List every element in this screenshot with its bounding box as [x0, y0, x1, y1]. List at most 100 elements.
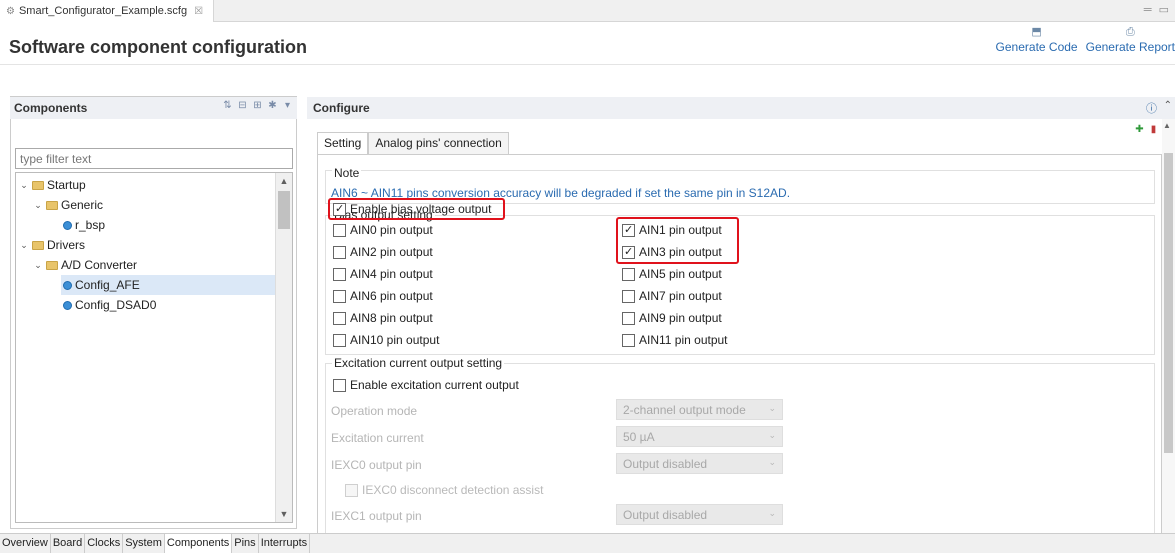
component-tree: ⌄ Startup ⌄ Generic r_bsp ⌄ Drivers ⌄ A/… [15, 172, 293, 523]
chevron-down-icon: ⌄ [768, 403, 776, 413]
ain6-checkbox[interactable]: AIN6 pin output [333, 289, 433, 303]
checkbox-box[interactable] [345, 483, 358, 497]
settings-icon[interactable]: ✱ [267, 100, 278, 112]
enable-excitation-checkbox[interactable]: Enable excitation current output [333, 378, 519, 392]
close-icon[interactable]: ☒ [194, 6, 203, 17]
tab-overview[interactable]: Overview [0, 534, 51, 553]
ain8-label: AIN8 pin output [350, 311, 433, 325]
operation-mode-select[interactable]: 2-channel output mode ⌄ [616, 399, 783, 420]
highlight-ain1-ain3 [616, 217, 739, 264]
generate-report-button[interactable]: ⎙ Generate Report [1086, 26, 1175, 54]
folder-icon [46, 200, 58, 210]
chevron-down-icon[interactable]: ⌄ [19, 240, 29, 251]
configure-title: Configure [313, 101, 370, 115]
ain4-checkbox[interactable]: AIN4 pin output [333, 267, 433, 281]
scrollbar-thumb[interactable] [1164, 153, 1173, 453]
ain7-label: AIN7 pin output [639, 289, 722, 303]
tree-item-startup[interactable]: ⌄ Startup [19, 175, 85, 195]
scrollbar-thumb[interactable] [278, 191, 290, 229]
tree-item-drivers[interactable]: ⌄ Drivers [19, 235, 85, 255]
tree-item-r-bsp[interactable]: r_bsp [63, 215, 105, 235]
bias-output-group [325, 215, 1155, 355]
tree-item-label: Config_AFE [75, 278, 140, 292]
checkbox-box[interactable] [622, 267, 635, 281]
chevron-up-icon[interactable]: ⌃ [1164, 100, 1172, 111]
iexc0-assist-checkbox[interactable]: IEXC0 disconnect detection assist [345, 483, 543, 497]
components-title: Components [14, 101, 88, 115]
highlight-enable-bias [328, 198, 505, 220]
ain11-checkbox[interactable]: AIN11 pin output [622, 333, 728, 347]
remove-component-icon[interactable]: ▮ [1148, 124, 1159, 136]
tab-analog-pins-connection[interactable]: Analog pins' connection [368, 132, 509, 154]
tree-scrollbar[interactable]: ▲ ▼ [275, 173, 292, 522]
iexc0-output-pin-value: Output disabled [623, 457, 708, 471]
checkbox-box[interactable] [333, 245, 346, 259]
ain5-label: AIN5 pin output [639, 267, 722, 281]
component-icon [63, 280, 72, 290]
filter-input[interactable] [15, 148, 293, 169]
excitation-current-select[interactable]: 50 µA ⌄ [616, 426, 783, 447]
iexc1-output-pin-select[interactable]: Output disabled ⌄ [616, 504, 783, 525]
tab-clocks[interactable]: Clocks [85, 534, 124, 553]
ain10-checkbox[interactable]: AIN10 pin output [333, 333, 439, 347]
expand-all-icon[interactable]: ⊞ [252, 100, 263, 112]
tab-board[interactable]: Board [50, 534, 86, 553]
configure-header: Configure ⓘ ⌃ [307, 97, 1175, 119]
tab-pins[interactable]: Pins [232, 534, 259, 553]
iexc1-output-pin-label: IEXC1 output pin [331, 509, 422, 523]
folder-icon [46, 260, 58, 270]
checkbox-box[interactable] [622, 289, 635, 303]
ain0-checkbox[interactable]: AIN0 pin output [333, 223, 433, 237]
tree-item-label: Generic [61, 198, 104, 212]
folder-icon [32, 180, 44, 190]
editor-tab[interactable]: ⚙ Smart_Configurator_Example.scfg ☒ [0, 0, 215, 22]
scroll-up-icon[interactable]: ▲ [1163, 121, 1171, 130]
operation-mode-label: Operation mode [331, 404, 418, 418]
chevron-down-icon[interactable]: ⌄ [33, 200, 43, 211]
tree-item-config-afe[interactable]: Config_AFE [61, 275, 276, 295]
chevron-down-icon[interactable]: ⌄ [19, 180, 29, 191]
info-icon[interactable]: ⓘ [1146, 100, 1157, 116]
ain2-checkbox[interactable]: AIN2 pin output [333, 245, 433, 259]
iexc1-output-pin-value: Output disabled [623, 508, 708, 522]
ain8-checkbox[interactable]: AIN8 pin output [333, 311, 433, 325]
checkbox-box[interactable] [622, 311, 635, 325]
add-component-icon[interactable]: ✚ [1134, 124, 1145, 136]
window-controls[interactable]: ═ ▭ [1144, 3, 1171, 16]
ain7-checkbox[interactable]: AIN7 pin output [622, 289, 722, 303]
tab-interrupts[interactable]: Interrupts [258, 534, 311, 553]
checkbox-box[interactable] [333, 378, 346, 392]
page-header: Software component configuration ⬒ Gener… [0, 22, 1175, 64]
checkbox-box[interactable] [333, 289, 346, 303]
checkbox-box[interactable] [333, 223, 346, 237]
generate-code-button[interactable]: ⬒ Generate Code [996, 26, 1078, 54]
scroll-up-icon[interactable]: ▲ [276, 173, 292, 189]
filter-icon[interactable]: ⇅ [222, 100, 233, 112]
tab-system[interactable]: System [123, 534, 165, 553]
tree-item-ad-converter[interactable]: ⌄ A/D Converter [33, 255, 137, 275]
tab-components[interactable]: Components [164, 534, 233, 553]
collapse-all-icon[interactable]: ⊟ [237, 100, 248, 112]
generate-code-label: Generate Code [995, 40, 1078, 54]
scroll-down-icon[interactable]: ▼ [276, 506, 292, 522]
generate-code-icon: ⬒ [1031, 26, 1042, 38]
ain9-checkbox[interactable]: AIN9 pin output [622, 311, 722, 325]
checkbox-box[interactable] [333, 267, 346, 281]
checkbox-box[interactable] [333, 311, 346, 325]
tab-setting[interactable]: Setting [317, 132, 369, 154]
configure-scrollbar[interactable]: ▲ ⌄ [1162, 119, 1175, 549]
checkbox-box[interactable] [333, 333, 346, 347]
chevron-down-icon[interactable]: ⌄ [33, 260, 43, 271]
ain5-checkbox[interactable]: AIN5 pin output [622, 267, 722, 281]
checkbox-box[interactable] [622, 333, 635, 347]
iexc0-output-pin-select[interactable]: Output disabled ⌄ [616, 453, 783, 474]
menu-dropdown-icon[interactable]: ▾ [282, 100, 293, 112]
ain2-label: AIN2 pin output [350, 245, 433, 259]
tree-item-generic[interactable]: ⌄ Generic [33, 195, 103, 215]
tree-item-config-dsad0[interactable]: Config_DSAD0 [63, 295, 156, 315]
enable-excitation-label: Enable excitation current output [350, 378, 519, 392]
folder-icon [32, 240, 44, 250]
component-icon [63, 220, 72, 230]
printer-icon: ⎙ [1125, 26, 1135, 38]
tree-item-label: Drivers [47, 238, 85, 252]
